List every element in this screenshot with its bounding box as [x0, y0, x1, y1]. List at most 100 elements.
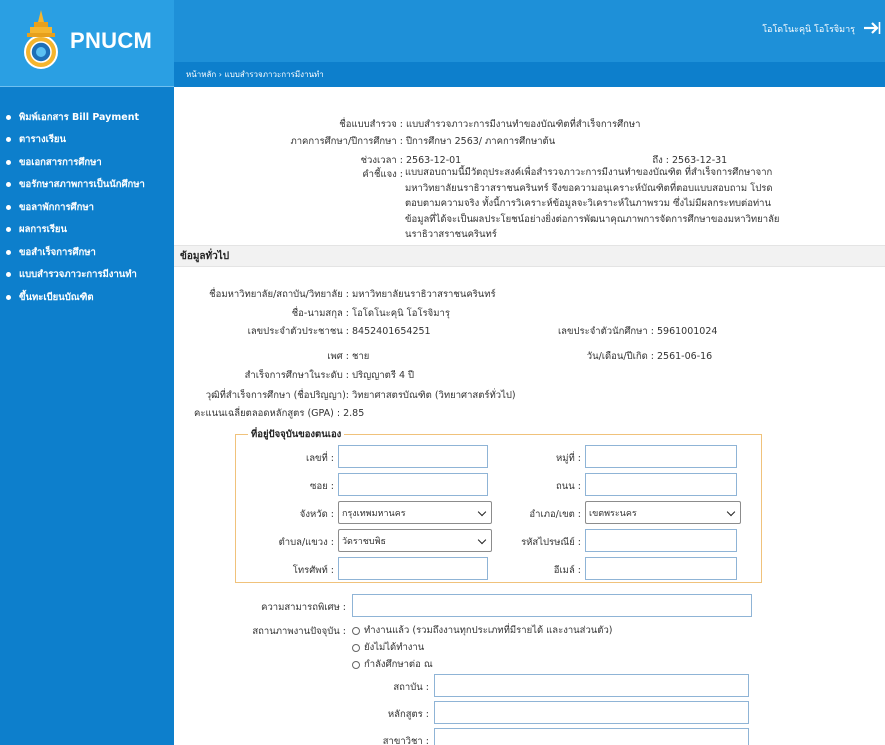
soi-input[interactable] — [338, 473, 488, 496]
sidebar-item-graduation-request[interactable]: ขอสำเร็จการศึกษา — [0, 241, 174, 264]
major-input[interactable] — [434, 728, 749, 745]
sidebar-item-label: แบบสำรวจภาวะการมีงานทำ — [19, 269, 137, 281]
gender-value: ชาย — [352, 351, 370, 362]
subdistrict-row: ตำบล/แขวง : — [254, 535, 334, 550]
email-input[interactable] — [585, 557, 737, 580]
citizen-id-label: เลขประจำตัวประชาชน : — [247, 326, 349, 337]
birthdate-label: วัน/เดือน/ปีเกิด : — [586, 351, 654, 362]
road-input[interactable] — [585, 473, 737, 496]
sidebar-item-request-documents[interactable]: ขอเอกสารการศึกษา — [0, 151, 174, 174]
special-skill-input[interactable] — [352, 594, 752, 617]
university-row: ชื่อมหาวิทยาลัย/สถาบัน/วิทยาลัย : มหาวิท… — [174, 287, 495, 302]
survey-description: แบบสอบถามนี้มีวัตถุประสงค์เพื่อสำรวจภาวะ… — [405, 167, 780, 240]
logo-area[interactable]: PNUCM — [0, 0, 174, 87]
sidebar-item-graduate-registration[interactable]: ขึ้นทะเบียนบัณฑิต — [0, 286, 174, 309]
sidebar-item-label: ขอรักษาสภาพการเป็นนักศึกษา — [19, 179, 145, 191]
logo-text: PNUCM — [70, 28, 153, 53]
address-legend: ที่อยู่ปัจจุบันของตนเอง — [251, 429, 342, 440]
sidebar-item-label: ขอลาพักการศึกษา — [19, 201, 94, 213]
district-row: อำเภอ/เขต : — [504, 507, 581, 522]
logout-icon[interactable] — [863, 21, 881, 35]
birthdate-value: 2561-06-16 — [657, 351, 713, 362]
email-row: อีเมล์ : — [504, 563, 581, 578]
bullet-icon — [6, 204, 11, 210]
bullet-icon — [6, 294, 11, 300]
sidebar-item-maintain-status[interactable]: ขอรักษาสภาพการเป็นนักศึกษา — [0, 174, 174, 197]
status-option-studying[interactable]: กำลังศึกษาต่อ ณ — [352, 657, 433, 672]
province-label: จังหวัด : — [299, 509, 334, 520]
moo-input[interactable] — [585, 445, 737, 468]
institution-input[interactable] — [434, 674, 749, 697]
sidebar-item-timetable[interactable]: ตารางเรียน — [0, 129, 174, 152]
phone-input[interactable] — [338, 557, 488, 580]
user-name[interactable]: โอโดโนะคุนิ โอโรจิมารุ — [762, 22, 855, 36]
postcode-row: รหัสไปรษณีย์ : — [504, 535, 581, 550]
sidebar-item-label: ผลการเรียน — [19, 224, 67, 236]
subdistrict-select[interactable]: วัดราชบพิธ — [338, 529, 492, 552]
sidebar-item-bill-payment[interactable]: พิมพ์เอกสาร Bill Payment — [0, 106, 174, 129]
sidebar-item-label: ขอเอกสารการศึกษา — [19, 156, 102, 168]
survey-term-row: ภาคการศึกษา/ปีการศึกษา : ปีการศึกษา 2563… — [174, 134, 555, 149]
postcode-input[interactable] — [585, 529, 737, 552]
sidebar-item-label: พิมพ์เอกสาร Bill Payment — [19, 111, 140, 123]
gpa-label: คะแนนเฉลี่ยตลอดหลักสูตร (GPA) : — [194, 408, 341, 419]
fullname-row: ชื่อ-นามสกุล : โอโดโนะคุนิ โอโรจิมารุ — [174, 306, 450, 321]
status-row: สถานภาพงานปัจจุบัน : — [174, 624, 346, 639]
district-select[interactable]: เขตพระนคร — [585, 501, 741, 524]
status-option-unemployed[interactable]: ยังไม่ได้ทำงาน — [352, 640, 424, 655]
sidebar-item-label: ขอสำเร็จการศึกษา — [19, 246, 96, 258]
top-header: โอโดโนะคุนิ โอโรจิมารุ — [174, 0, 885, 62]
program-input[interactable] — [434, 701, 749, 724]
chevron-down-icon — [726, 507, 736, 517]
citizen-id-value: 8452401654251 — [352, 326, 431, 337]
major-label: สาขาวิชา : — [382, 736, 429, 745]
gpa-row: คะแนนเฉลี่ยตลอดหลักสูตร (GPA) : 2.85 — [194, 406, 364, 421]
degree-label: วุฒิที่สำเร็จการศึกษา (ชื่อปริญญา): — [205, 390, 349, 401]
student-id-row: เลขประจำตัวนักศึกษา : 5961001024 — [524, 324, 718, 339]
survey-name-row: ชื่อแบบสำรวจ : แบบสำรวจภาวะการมีงานทำของ… — [174, 117, 640, 132]
district-label: อำเภอ/เขต : — [529, 509, 581, 520]
gender-label: เพศ : — [327, 351, 349, 362]
survey-term-value: ปีการศึกษา 2563/ ภาคการศึกษาต้น — [406, 136, 556, 147]
sidebar-item-label: ขึ้นทะเบียนบัณฑิต — [19, 291, 94, 303]
province-selected-value: กรุงเทพมหานคร — [342, 508, 406, 519]
level-label: สำเร็จการศึกษาในระดับ : — [244, 370, 349, 381]
radio-button[interactable] — [352, 643, 360, 652]
sidebar-item-employment-survey[interactable]: แบบสำรวจภาวะการมีงานทำ — [0, 264, 174, 287]
university-emblem-icon — [24, 10, 58, 69]
skill-label: ความสามารถพิเศษ : — [261, 602, 346, 613]
fullname-value: โอโดโนะคุนิ โอโรจิมารุ — [352, 308, 450, 319]
citizen-id-row: เลขประจำตัวประชาชน : 8452401654251 — [174, 324, 431, 339]
survey-desc-label: คำชี้แจง : — [362, 169, 403, 180]
road-label: ถนน : — [556, 481, 581, 492]
institution-row: สถาบัน : — [174, 680, 429, 695]
house-no-label: เลขที่ : — [305, 453, 334, 464]
road-row: ถนน : — [504, 479, 581, 494]
house-no-input[interactable] — [338, 445, 488, 468]
province-select[interactable]: กรุงเทพมหานคร — [338, 501, 492, 524]
status-option-label: ยังไม่ได้ทำงาน — [364, 642, 425, 653]
radio-button[interactable] — [352, 660, 360, 669]
status-option-label: กำลังศึกษาต่อ ณ — [364, 659, 433, 670]
radio-button[interactable] — [352, 626, 360, 635]
institution-label: สถาบัน : — [393, 682, 429, 693]
breadcrumb-text[interactable]: หน้าหลัก › แบบสำรวจภาวะการมีงานทำ — [186, 68, 324, 81]
section-title-general: ข้อมูลทั่วไป — [174, 245, 885, 267]
degree-value: วิทยาศาสตรบัณฑิต (วิทยาศาสตร์ทั่วไป) — [352, 390, 516, 401]
bullet-icon — [6, 227, 11, 233]
sidebar: PNUCM พิมพ์เอกสาร Bill Payment ตารางเรีย… — [0, 0, 174, 745]
major-row: สาขาวิชา : — [174, 734, 429, 745]
breadcrumb: หน้าหลัก › แบบสำรวจภาวะการมีงานทำ — [174, 62, 885, 87]
sidebar-item-grades[interactable]: ผลการเรียน — [0, 219, 174, 242]
postcode-label: รหัสไปรษณีย์ : — [521, 537, 581, 548]
sidebar-item-leave-of-absence[interactable]: ขอลาพักการศึกษา — [0, 196, 174, 219]
sidebar-item-label: ตารางเรียน — [19, 134, 66, 146]
soi-label: ซอย : — [310, 481, 334, 492]
level-value: ปริญญาตรี 4 ปี — [352, 370, 415, 381]
status-option-label: ทำงานแล้ว (รวมถึงงานทุกประเภทที่มีรายได้… — [364, 625, 613, 636]
chevron-down-icon — [477, 535, 487, 545]
province-row: จังหวัด : — [254, 507, 334, 522]
status-option-employed[interactable]: ทำงานแล้ว (รวมถึงงานทุกประเภทที่มีรายได้… — [352, 623, 613, 638]
house-no-row: เลขที่ : — [254, 451, 334, 466]
bullet-icon — [6, 114, 11, 120]
